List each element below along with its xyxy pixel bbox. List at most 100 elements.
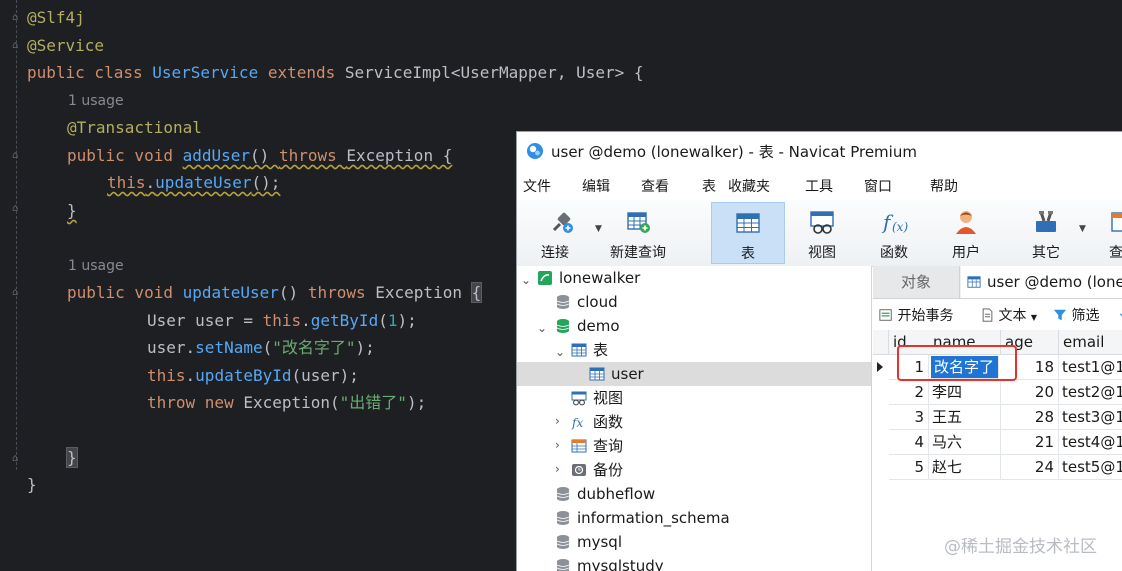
database-icon (556, 511, 570, 525)
backup-icon (572, 464, 586, 476)
usage-hint[interactable]: 1 usage (68, 258, 124, 274)
view-button[interactable]: 视图 (789, 202, 855, 264)
query-icon (571, 439, 587, 453)
function-button[interactable]: f (x) 函数 (861, 202, 927, 264)
navicat-window: user @demo (lonewalker) - 表 - Navicat Pr… (516, 131, 1122, 571)
table-cell[interactable]: test4@1 (1059, 430, 1122, 455)
table-icon (571, 343, 587, 357)
filter-icon (1053, 309, 1067, 321)
code-line[interactable]: public void addUser() throws Exception { (67, 142, 452, 169)
chevron-right-icon[interactable]: › (555, 439, 565, 451)
table-cell[interactable]: 3 (889, 405, 929, 430)
table-cell[interactable]: test1@1 (1059, 355, 1122, 380)
table-cell[interactable]: 28 (1001, 405, 1059, 430)
dropdown-arrow-icon[interactable]: ▼ (595, 224, 602, 234)
indent-guide (16, 0, 17, 470)
code-line[interactable]: @Slf4j (27, 4, 85, 31)
code-line[interactable]: throw new Exception("出错了"); (147, 389, 426, 416)
fold-icon[interactable]: ⌂ (12, 41, 20, 51)
table-button[interactable]: 表 (711, 202, 785, 264)
code-line[interactable]: this.updateUser(); (107, 169, 280, 196)
code-line[interactable]: @Transactional (67, 114, 202, 141)
main-toolbar: 连接 ▼ 新建查询 表 视图 f (x) 函数 用户 其它 ▼ 查 (517, 200, 1122, 267)
table-cell[interactable]: 李四 (929, 380, 1001, 405)
tab-objects[interactable]: 对象 (873, 266, 960, 298)
sort-icon[interactable]: ↓ (1117, 305, 1122, 321)
menu-favorites[interactable]: 收藏夹 (728, 176, 770, 196)
chevron-down-icon[interactable]: ⌄ (555, 346, 565, 358)
database-icon (556, 295, 570, 309)
menu-help[interactable]: 帮助 (930, 176, 958, 196)
fold-icon[interactable]: ⌂ (12, 151, 20, 161)
code-line[interactable]: } (66, 444, 78, 471)
table-icon (589, 367, 605, 381)
view-icon (810, 211, 834, 234)
title-bar[interactable]: user @demo (lonewalker) - 表 - Navicat Pr… (517, 132, 1122, 170)
chevron-down-icon[interactable]: ⌄ (521, 274, 531, 286)
dropdown-arrow-icon[interactable]: ▼ (1031, 313, 1037, 322)
query-icon (1111, 212, 1122, 232)
watermark: @稀土掘金技术社区 (944, 537, 1097, 557)
connection-tree[interactable]: ⌄ lonewalker cloud ⌄ demo ⌄ 表 user 视图 › … (517, 266, 872, 571)
code-line[interactable]: } (27, 471, 37, 498)
menu-file[interactable]: 文件 (523, 176, 551, 196)
connection-button[interactable]: 连接 (527, 202, 597, 264)
table-cell[interactable]: test2@1 (1059, 380, 1122, 405)
menu-view[interactable]: 查看 (641, 176, 669, 196)
chevron-right-icon[interactable]: › (555, 415, 565, 427)
column-header-email[interactable]: email (1059, 330, 1122, 355)
code-line[interactable]: @Service (27, 32, 104, 59)
database-icon (556, 535, 570, 549)
user-icon (956, 211, 976, 234)
matched-brace: { (470, 282, 483, 303)
menu-edit[interactable]: 编辑 (582, 176, 610, 196)
dropdown-arrow-icon[interactable]: ▼ (1079, 224, 1086, 234)
table-cell[interactable]: test3@1 (1059, 405, 1122, 430)
table-cell[interactable]: 20 (1001, 380, 1059, 405)
menu-window[interactable]: 窗口 (864, 176, 892, 196)
table-cell[interactable]: 5 (889, 455, 929, 480)
database-icon (556, 559, 570, 571)
chevron-down-icon[interactable]: ⌄ (537, 322, 547, 334)
document-icon (982, 308, 993, 322)
begin-transaction-button[interactable]: 开始事务 (879, 305, 953, 325)
table-cell[interactable]: 2 (889, 380, 929, 405)
user-button[interactable]: 用户 (933, 202, 999, 264)
menu-table[interactable]: 表 (702, 176, 716, 196)
text-view-button[interactable]: 文本 ▼ (981, 305, 1037, 325)
table-cell[interactable]: 24 (1001, 455, 1059, 480)
svg-text:(x): (x) (892, 220, 908, 234)
other-button[interactable]: 其它 (1013, 202, 1079, 264)
fold-icon[interactable]: ⌂ (12, 13, 20, 23)
function-icon: f (x) (881, 210, 908, 234)
function-icon: fx (571, 416, 583, 430)
mysql-connection-icon (538, 271, 552, 285)
code-line[interactable]: public class UserService extends Service… (27, 59, 644, 86)
code-line[interactable]: } (67, 197, 77, 224)
new-query-button[interactable]: 新建查询 (603, 202, 673, 264)
tab-user-table[interactable]: user @demo (lonew (961, 266, 1122, 298)
table-cell[interactable]: 赵七 (929, 455, 1001, 480)
table-cell[interactable]: 王五 (929, 405, 1001, 430)
table-data-panel: 对象 user @demo (lonew 开始事务 文本 ▼ 筛选 id nam… (873, 266, 1122, 571)
code-line[interactable]: User user = this.getById(1); (147, 307, 417, 334)
fold-icon[interactable]: ⌂ (12, 204, 20, 214)
menu-tools[interactable]: 工具 (805, 176, 833, 196)
menu-bar: 文件 编辑 查看 表 收藏夹 工具 窗口 帮助 (517, 170, 1122, 200)
code-line[interactable]: public void updateUser() throws Exceptio… (67, 279, 483, 306)
usage-hint[interactable]: 1 usage (68, 93, 124, 109)
table-cell[interactable]: 马六 (929, 430, 1001, 455)
table-cell[interactable]: 21 (1001, 430, 1059, 455)
code-line[interactable]: this.updateById(user); (147, 362, 359, 389)
table-icon (736, 213, 760, 233)
code-line[interactable]: user.setName("改名字了"); (147, 334, 375, 361)
fold-icon[interactable]: ⌂ (12, 288, 20, 298)
table-cell[interactable]: 4 (889, 430, 929, 455)
fold-icon[interactable]: ⌂ (12, 454, 20, 464)
transaction-icon (879, 309, 892, 321)
table-cell[interactable]: test5@1 (1059, 455, 1122, 480)
filter-button[interactable]: 筛选 (1053, 305, 1099, 325)
query-button[interactable]: 查 (1101, 202, 1122, 264)
tree-item-table-user[interactable]: user (517, 362, 871, 386)
chevron-right-icon[interactable]: › (555, 463, 565, 475)
